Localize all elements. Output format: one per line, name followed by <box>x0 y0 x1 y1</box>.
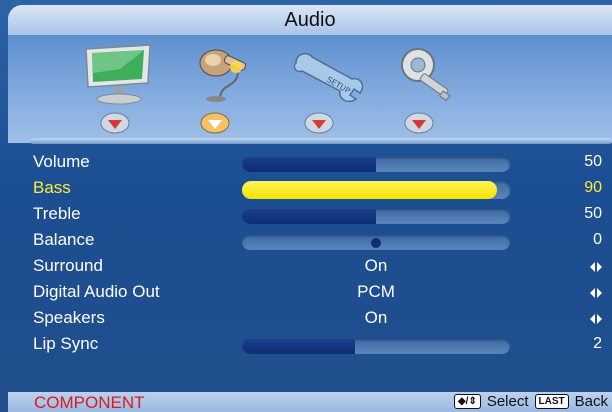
separator <box>30 138 612 144</box>
nav-keys-icon: ◆/⇕ <box>453 394 481 409</box>
slider-fill <box>242 339 355 354</box>
setting-row-bass[interactable]: Bass 90 <box>0 176 612 202</box>
setting-label: Digital Audio Out <box>33 282 160 301</box>
input-source-label: COMPONENT <box>34 393 145 412</box>
lip-sync-slider[interactable] <box>242 339 510 354</box>
treble-slider[interactable] <box>242 209 510 224</box>
picture-icon[interactable] <box>80 43 162 105</box>
volume-slider[interactable] <box>242 157 510 172</box>
setting-label: Balance <box>33 230 95 249</box>
slider-fill <box>242 181 497 199</box>
page-title: Audio <box>284 8 336 31</box>
lock-icon[interactable] <box>388 43 470 105</box>
select-hint-label: Select <box>486 393 529 410</box>
left-right-arrows-icon[interactable] <box>590 313 602 325</box>
menu-icon-strip: SETUP <box>8 35 612 143</box>
audio-icon[interactable] <box>186 43 268 105</box>
last-key-icon: LAST <box>534 394 569 409</box>
bass-slider[interactable] <box>242 181 510 199</box>
setting-label: Treble <box>33 204 81 223</box>
footer-bar: COMPONENT ◆/⇕ Select LAST Back <box>8 392 612 412</box>
marker-audio-icon <box>200 112 230 134</box>
slider-fill <box>242 209 376 224</box>
balance-slider[interactable] <box>242 235 510 250</box>
marker-picture-icon <box>100 112 130 134</box>
setting-option: On <box>364 308 388 327</box>
left-right-arrows-icon[interactable] <box>590 287 602 299</box>
setting-row-digital-audio-out[interactable]: Digital Audio Out PCM <box>0 280 612 306</box>
title-bar: Audio <box>8 5 612 35</box>
setting-label: Surround <box>33 256 103 275</box>
setting-row-surround[interactable]: Surround On <box>0 254 612 280</box>
setting-label: Speakers <box>33 308 105 327</box>
navigation-hint: ◆/⇕ Select LAST Back <box>453 393 608 410</box>
setting-value: 0 <box>593 231 602 248</box>
marker-setup-icon <box>304 112 334 134</box>
setting-value: 50 <box>584 153 602 170</box>
left-right-arrows-icon[interactable] <box>590 261 602 273</box>
setup-icon[interactable]: SETUP <box>288 43 370 105</box>
setting-label: Bass <box>33 178 71 197</box>
slider-fill <box>242 157 376 172</box>
setting-row-volume[interactable]: Volume 50 <box>0 150 612 176</box>
setting-row-lip-sync[interactable]: Lip Sync 2 <box>0 332 612 358</box>
setting-value: 2 <box>593 335 602 352</box>
setting-row-treble[interactable]: Treble 50 <box>0 202 612 228</box>
back-hint-label: Back <box>574 393 608 410</box>
setting-option: On <box>364 256 388 275</box>
setting-row-speakers[interactable]: Speakers On <box>0 306 612 332</box>
setting-value: 50 <box>584 205 602 222</box>
balance-knob[interactable] <box>371 238 381 248</box>
setting-value: 90 <box>584 179 602 196</box>
setting-label: Volume <box>33 152 90 171</box>
audio-menu-screen: Audio SETUP Volume 50 Bass 90 Treble 50 … <box>0 0 612 412</box>
marker-lock-icon <box>404 112 434 134</box>
setting-row-balance[interactable]: Balance 0 <box>0 228 612 254</box>
setting-option: PCM <box>357 282 395 301</box>
setting-label: Lip Sync <box>33 334 99 353</box>
